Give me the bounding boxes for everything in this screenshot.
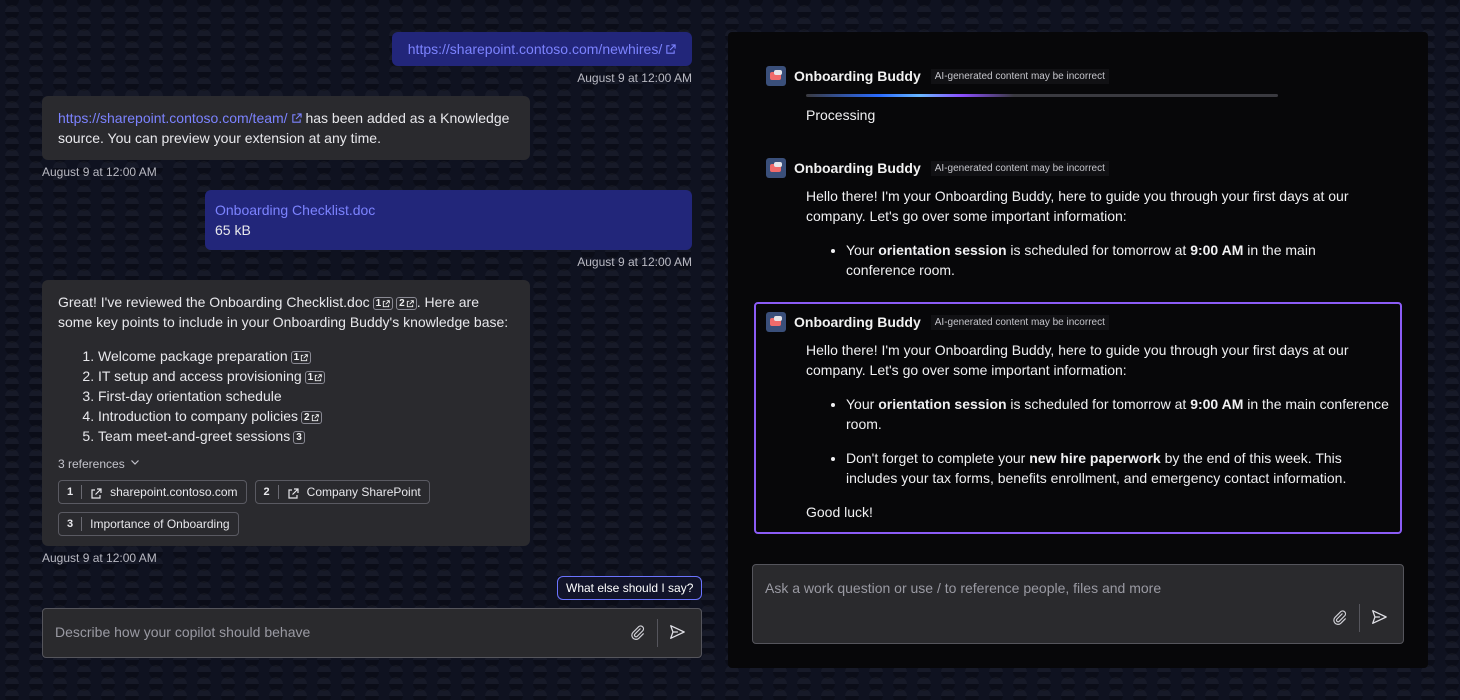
point-text: Introduction to company policies [98, 408, 298, 424]
intro-text: Hello there! I'm your Onboarding Buddy, … [806, 188, 1349, 224]
processing-text: Processing [806, 107, 876, 123]
bot-name: Onboarding Buddy [794, 68, 921, 84]
external-link-icon [406, 299, 414, 308]
external-link-icon [291, 113, 302, 124]
info-list: Your orientation session is scheduled fo… [806, 394, 1392, 488]
team-link[interactable]: https://sharepoint.contoso.com/team/ [58, 110, 302, 126]
list-item: Team meet-and-greet sessions 3 [98, 426, 514, 446]
timestamp: August 9 at 12:00 AM [42, 551, 157, 565]
user-message-file: Onboarding Checklist.doc 65 kB [205, 190, 692, 250]
external-link-icon [300, 353, 309, 362]
attach-button[interactable] [625, 622, 649, 646]
user-message-link: https://sharepoint.contoso.com/newhires/ [392, 32, 692, 66]
file-link[interactable]: Onboarding Checklist.doc [215, 202, 375, 218]
key-points-list: Welcome package preparation 1 IT setup an… [58, 346, 514, 446]
intro-text: Hello there! I'm your Onboarding Buddy, … [806, 342, 1349, 378]
reference-number: 2 [264, 485, 279, 499]
send-icon [668, 623, 686, 646]
attach-button[interactable] [1327, 607, 1351, 631]
newhires-link[interactable]: https://sharepoint.contoso.com/newhires/ [408, 41, 676, 57]
references-toggle[interactable]: 3 references [58, 456, 514, 472]
bot-message-complete: Onboarding Buddy AI-generated content ma… [754, 302, 1402, 534]
reference-number: 1 [67, 485, 83, 499]
reference-chip[interactable]: 2 Company SharePoint [254, 480, 430, 504]
behavior-input-placeholder: Describe how your copilot should behave [55, 624, 311, 640]
references-label: 3 references [58, 457, 125, 471]
external-link-icon [90, 486, 102, 499]
bot-message-knowledge-added: https://sharepoint.contoso.com/team/ has… [42, 96, 530, 160]
citation-number: 1 [307, 372, 314, 383]
citation-1[interactable]: 1 [304, 371, 326, 384]
behavior-input[interactable]: Describe how your copilot should behave [42, 608, 702, 658]
external-link-icon [311, 413, 319, 422]
timestamp: August 9 at 12:00 AM [42, 165, 157, 179]
list-item: First-day orientation schedule [98, 386, 514, 406]
reference-label: Importance of Onboarding [90, 517, 230, 531]
send-icon [1370, 608, 1388, 631]
reference-label: Company SharePoint [306, 485, 421, 499]
ai-disclaimer: AI-generated content may be incorrect [930, 314, 1109, 330]
citation-3[interactable]: 3 [293, 431, 305, 444]
suggestion-chip[interactable]: What else should I say? [557, 576, 703, 600]
citation-number: 2 [399, 298, 405, 309]
authoring-chat-pane: https://sharepoint.contoso.com/newhires/… [0, 0, 720, 700]
send-button[interactable] [665, 622, 689, 646]
timestamp: August 9 at 12:00 AM [577, 71, 692, 85]
question-input[interactable]: Ask a work question or use / to referenc… [752, 564, 1404, 644]
bot-name: Onboarding Buddy [794, 314, 921, 330]
external-link-icon [382, 299, 390, 308]
question-input-placeholder: Ask a work question or use / to referenc… [765, 580, 1162, 596]
divider [1359, 604, 1360, 632]
bot-avatar-icon [766, 66, 786, 86]
reference-chip[interactable]: 1 sharepoint.contoso.com [58, 480, 247, 504]
external-link-icon [665, 44, 676, 55]
list-item: Introduction to company policies 2 [98, 406, 514, 426]
point-text: Team meet-and-greet sessions [98, 428, 291, 444]
timestamp: August 9 at 12:00 AM [577, 255, 692, 269]
list-item: Don't forget to complete your new hire p… [846, 448, 1392, 488]
external-link-icon [314, 373, 323, 382]
citation-number: 1 [375, 298, 382, 309]
bot-message-partial: Onboarding Buddy AI-generated content ma… [766, 158, 1386, 294]
intro-text-a: Great! I've reviewed the Onboarding Chec… [58, 294, 370, 310]
list-item: Welcome package preparation 1 [98, 346, 514, 366]
bot-message-processing: Onboarding Buddy AI-generated content ma… [766, 66, 1386, 125]
ai-disclaimer: AI-generated content may be incorrect [930, 68, 1109, 84]
bot-avatar-icon [766, 158, 786, 178]
bot-avatar-icon [766, 312, 786, 332]
send-button[interactable] [1367, 607, 1391, 631]
citation-2[interactable]: 2 [301, 411, 322, 424]
citation-2[interactable]: 2 [396, 297, 417, 310]
external-link-icon [287, 486, 299, 499]
reference-number: 3 [67, 517, 83, 531]
citation-number: 3 [296, 432, 302, 443]
bot-name: Onboarding Buddy [794, 160, 921, 176]
point-text: IT setup and access provisioning [98, 368, 302, 384]
attach-icon [628, 623, 646, 646]
team-link-text: https://sharepoint.contoso.com/team/ [58, 110, 288, 126]
list-item: IT setup and access provisioning 1 [98, 366, 514, 386]
point-text: Welcome package preparation [98, 348, 288, 364]
reference-label: sharepoint.contoso.com [110, 485, 238, 499]
test-chat-pane: Onboarding Buddy AI-generated content ma… [728, 32, 1428, 668]
citation-1[interactable]: 1 [290, 351, 312, 364]
progress-fill [806, 94, 1014, 97]
citation-1[interactable]: 1 [372, 297, 394, 310]
citation-number: 1 [293, 352, 300, 363]
info-list: Your orientation session is scheduled fo… [806, 240, 1386, 280]
chevron-down-icon [129, 454, 141, 474]
closing-text: Good luck! [806, 504, 873, 520]
list-item: Your orientation session is scheduled fo… [846, 240, 1386, 280]
reference-chip[interactable]: 3 Importance of Onboarding [58, 512, 239, 536]
newhires-link-text: https://sharepoint.contoso.com/newhires/ [407, 41, 663, 57]
processing-progress-bar [806, 94, 1278, 97]
list-item: Your orientation session is scheduled fo… [846, 394, 1392, 434]
ai-disclaimer: AI-generated content may be incorrect [930, 160, 1109, 176]
point-text: First-day orientation schedule [98, 388, 282, 404]
file-size: 65 kB [215, 222, 251, 238]
attach-icon [1330, 608, 1348, 631]
citation-number: 2 [304, 412, 310, 423]
divider [657, 619, 658, 647]
bot-message-key-points: Great! I've reviewed the Onboarding Chec… [42, 280, 530, 546]
